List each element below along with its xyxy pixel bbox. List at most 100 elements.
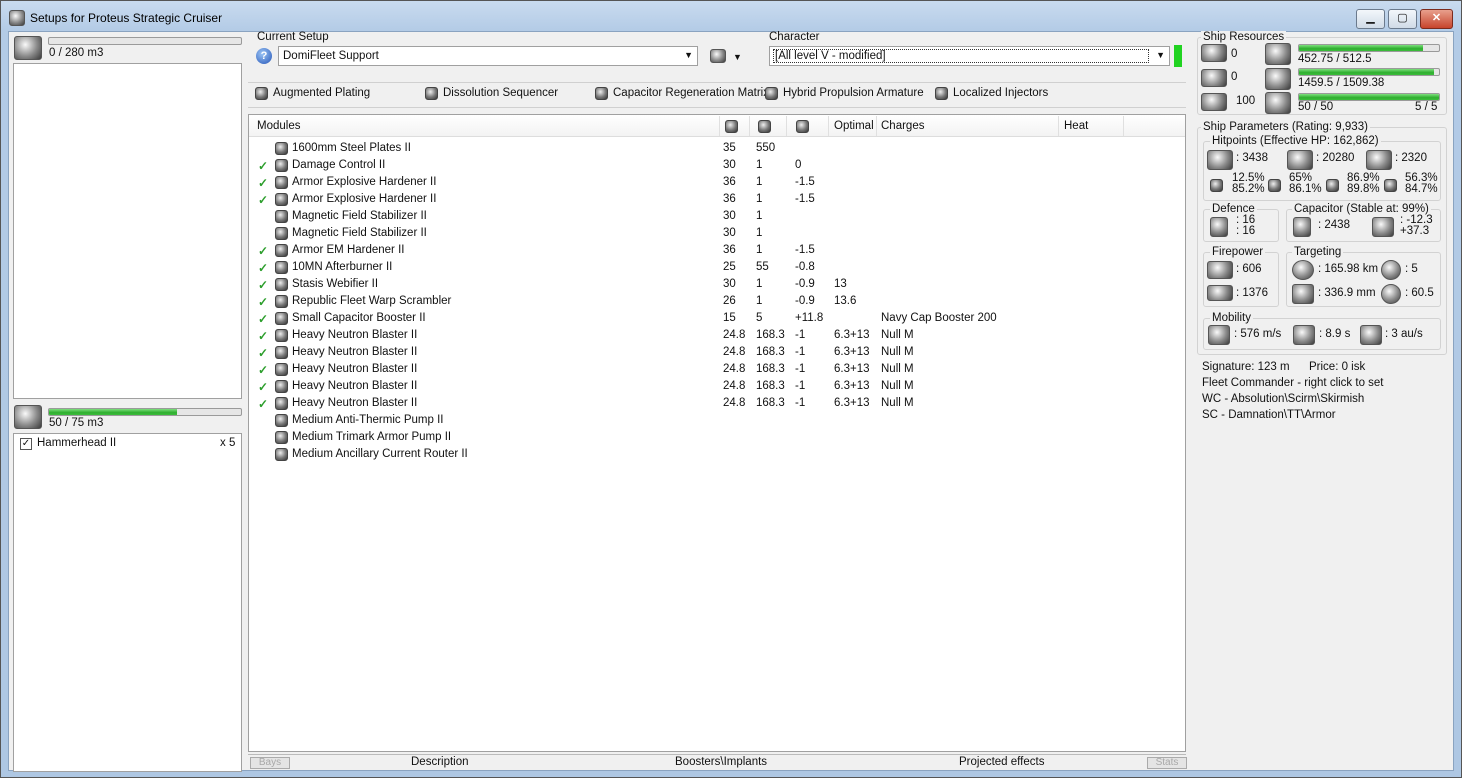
- module-name: Heavy Neutron Blaster II: [292, 329, 418, 341]
- module-name: Medium Anti-Thermic Pump II: [292, 414, 444, 426]
- module-name: Stasis Webifier II: [292, 278, 379, 290]
- cpu-icon: [1265, 43, 1291, 65]
- tools-dropdown-icon[interactable]: ▼: [733, 52, 742, 62]
- module-state-check-icon[interactable]: ✓: [258, 397, 268, 411]
- module-state-check-icon[interactable]: ✓: [258, 380, 268, 394]
- minimize-button[interactable]: ▁: [1356, 9, 1385, 29]
- close-button[interactable]: ✕: [1420, 9, 1453, 29]
- tab-boosters-implants[interactable]: Boosters\Implants: [675, 756, 767, 768]
- module-powergrid: 168.3: [756, 346, 785, 358]
- module-powergrid: 1: [756, 278, 763, 290]
- module-powergrid: 1: [756, 210, 763, 222]
- module-state-check-icon[interactable]: ✓: [258, 159, 268, 173]
- squad-commander[interactable]: SC - Damnation\TT\Armor: [1202, 409, 1336, 421]
- module-state-check-icon[interactable]: ✓: [258, 176, 268, 190]
- module-icon: [275, 261, 288, 274]
- module-cpu: 24.8: [723, 329, 746, 341]
- header-heat[interactable]: Heat: [1064, 120, 1088, 132]
- module-state-check-icon[interactable]: ✓: [258, 346, 268, 360]
- calibration-icon: [1201, 93, 1227, 111]
- subsystem-item[interactable]: Capacitor Regeneration Matrix: [613, 87, 769, 99]
- module-state-check-icon[interactable]: ✓: [258, 329, 268, 343]
- module-icon: [275, 448, 288, 461]
- column-divider: [828, 116, 829, 136]
- tools-icon[interactable]: [710, 49, 726, 63]
- bays-button[interactable]: Bays: [250, 757, 290, 769]
- cpu-icon[interactable]: [725, 120, 738, 133]
- module-icon: [275, 278, 288, 291]
- drone-bandwidth-bar: [1298, 93, 1440, 101]
- module-capacitor: -1: [795, 363, 806, 375]
- module-icon: [275, 397, 288, 410]
- module-state-check-icon[interactable]: ✓: [258, 312, 268, 326]
- dps-value: : 606: [1236, 263, 1262, 275]
- header-optimal[interactable]: Optimal: [834, 120, 874, 132]
- module-state-check-icon[interactable]: ✓: [258, 261, 268, 275]
- drone-bay-value: 50 / 75 m3: [49, 417, 104, 429]
- table-row[interactable]: [249, 158, 1185, 175]
- subsystem-item[interactable]: Augmented Plating: [273, 87, 370, 99]
- module-optimal: 6.3+13: [834, 346, 870, 358]
- volley-value: : 1376: [1236, 287, 1268, 299]
- maximize-button[interactable]: ▢: [1388, 9, 1417, 29]
- cargo-value: 0 / 280 m3: [49, 47, 104, 59]
- module-name: Heavy Neutron Blaster II: [292, 346, 418, 358]
- subsystem-item[interactable]: Dissolution Sequencer: [443, 87, 558, 99]
- module-icon: [275, 295, 288, 308]
- module-optimal: 6.3+13: [834, 329, 870, 341]
- tab-projected-effects[interactable]: Projected effects: [959, 756, 1044, 768]
- capacitor-rate-icon: [1372, 217, 1394, 237]
- current-setup-label: Current Setup: [257, 31, 329, 43]
- column-divider: [719, 116, 720, 136]
- wing-commander[interactable]: WC - Absolution\Scirm\Skirmish: [1202, 393, 1364, 405]
- module-name: Damage Control II: [292, 159, 386, 171]
- module-powergrid: 168.3: [756, 380, 785, 392]
- module-state-check-icon[interactable]: ✓: [258, 278, 268, 292]
- calibration-value: 100: [1236, 95, 1256, 107]
- character-value: [All level V - modified]: [773, 49, 1149, 63]
- kinetic-resist: 86.9% 89.8%: [1347, 172, 1380, 195]
- drone-quantity: x 5: [220, 437, 236, 449]
- powergrid-icon[interactable]: [758, 120, 771, 133]
- target-range-icon: [1292, 260, 1314, 280]
- column-divider: [1123, 116, 1124, 136]
- module-capacitor: -0.9: [795, 278, 815, 290]
- stats-button[interactable]: Stats: [1147, 757, 1187, 769]
- header-charges[interactable]: Charges: [881, 120, 924, 132]
- module-state-check-icon[interactable]: ✓: [258, 363, 268, 377]
- module-icon: [275, 346, 288, 359]
- setup-select[interactable]: DomiFleet Support ▼: [278, 46, 698, 66]
- module-name: Magnetic Field Stabilizer II: [292, 227, 427, 239]
- capacitor-icon[interactable]: [796, 120, 809, 133]
- module-state-check-icon[interactable]: ✓: [258, 295, 268, 309]
- module-icon: [275, 414, 288, 427]
- cargo-list[interactable]: [13, 63, 242, 399]
- drone-list[interactable]: ✓ Hammerhead II x 5: [13, 433, 242, 772]
- module-charge: Null M: [881, 329, 914, 341]
- module-cpu: 24.8: [723, 346, 746, 358]
- ship-parameters-title: Ship Parameters (Rating: 9,933): [1201, 121, 1370, 133]
- drone-checkbox[interactable]: ✓: [20, 438, 32, 450]
- shield-hp: : 3438: [1236, 152, 1268, 164]
- module-name: Small Capacitor Booster II: [292, 312, 426, 324]
- subsystem-item[interactable]: Hybrid Propulsion Armature: [783, 87, 924, 99]
- module-name: Armor Explosive Hardener II: [292, 193, 437, 205]
- table-row[interactable]: [249, 277, 1185, 294]
- module-state-check-icon[interactable]: ✓: [258, 193, 268, 207]
- subsystem-item[interactable]: Localized Injectors: [953, 87, 1048, 99]
- drone-bandwidth-value: 50 / 50: [1298, 101, 1334, 113]
- module-state-check-icon[interactable]: ✓: [258, 244, 268, 258]
- header-modules[interactable]: Modules: [257, 120, 300, 132]
- bar-fill: [49, 409, 178, 415]
- fleet-commander[interactable]: Fleet Commander - right click to set: [1202, 377, 1384, 389]
- module-powergrid: 1: [756, 244, 763, 256]
- title-bar[interactable]: Setups for Proteus Strategic Cruiser ▁ ▢…: [0, 0, 1462, 32]
- volley-icon: [1207, 285, 1233, 301]
- module-name: 10MN Afterburner II: [292, 261, 393, 273]
- module-capacitor: -1.5: [795, 176, 815, 188]
- module-optimal: 6.3+13: [834, 363, 870, 375]
- help-icon[interactable]: ?: [256, 48, 272, 64]
- tab-description[interactable]: Description: [411, 756, 469, 768]
- bar-fill: [1299, 69, 1435, 75]
- character-select[interactable]: [All level V - modified] ▼: [769, 46, 1170, 66]
